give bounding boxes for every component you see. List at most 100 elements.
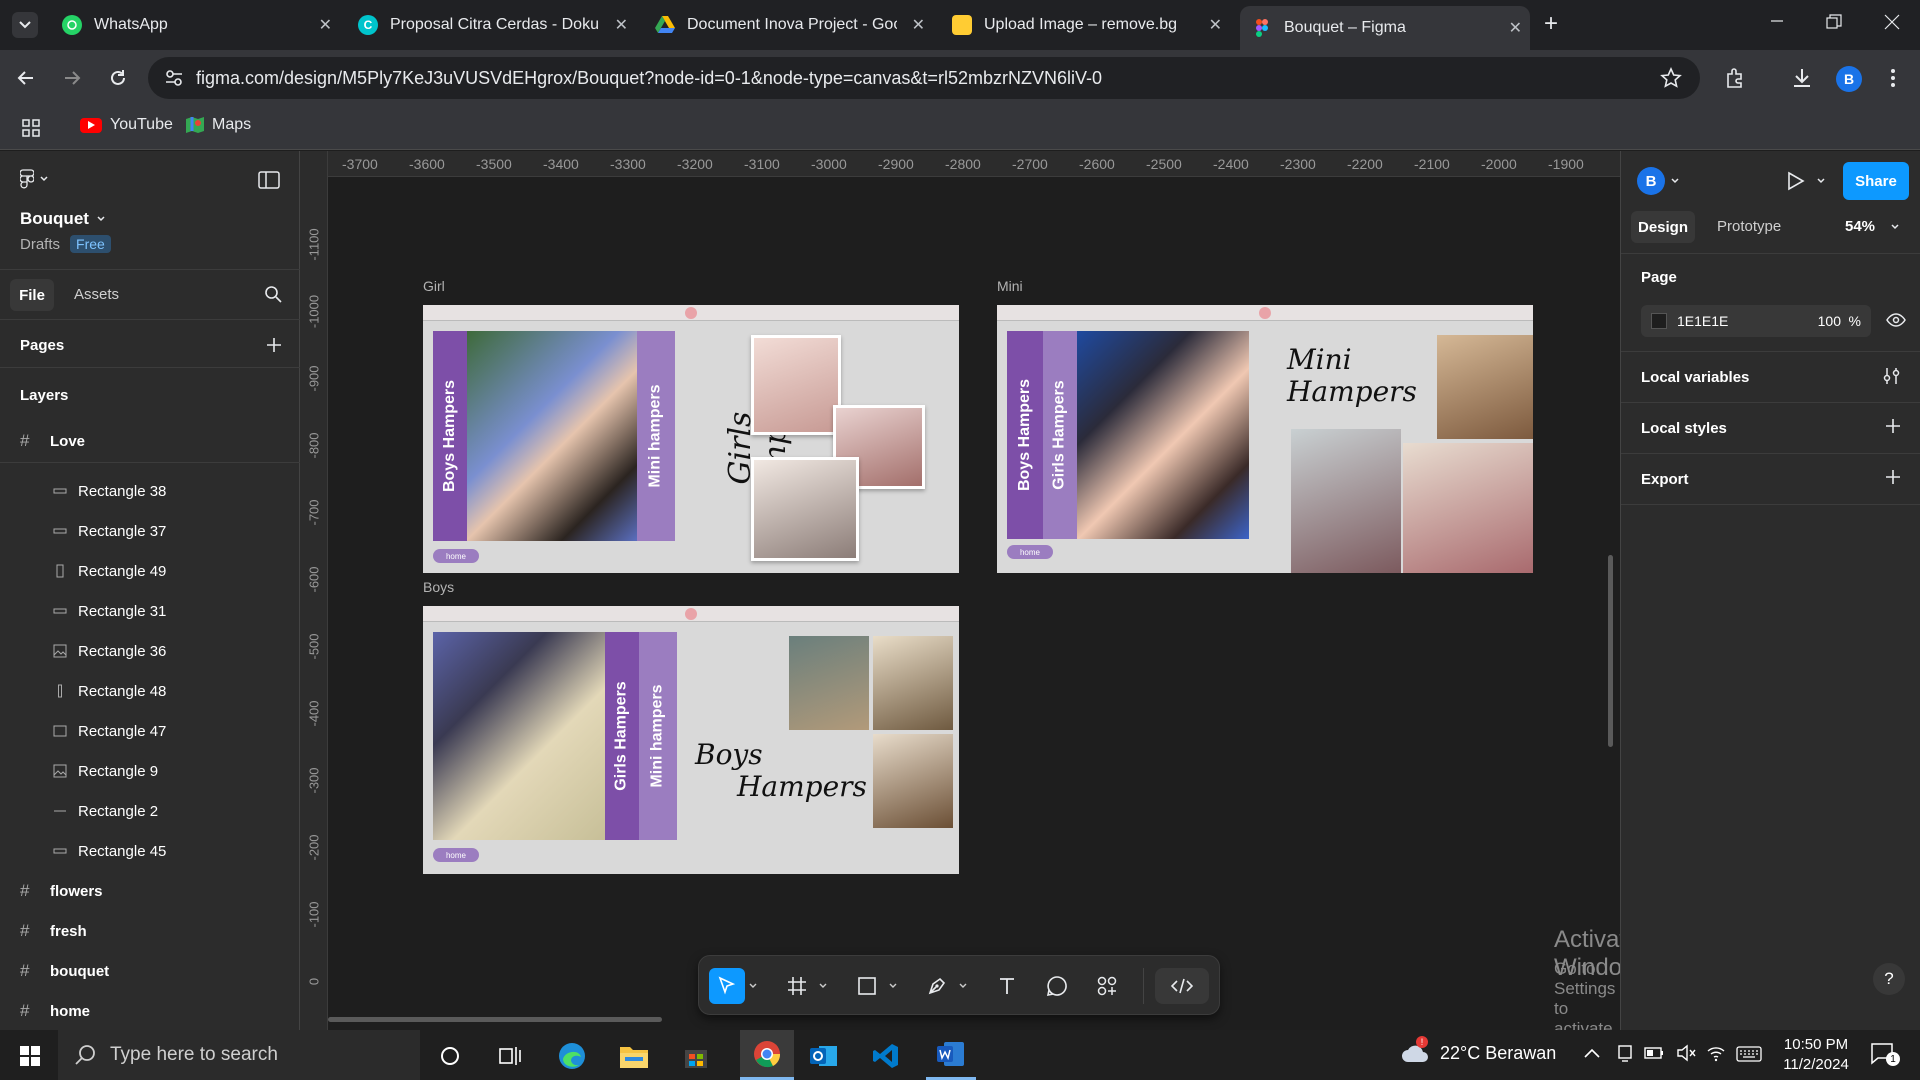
layer-item[interactable]: Rectangle 45 — [0, 831, 300, 871]
move-tool-button[interactable] — [709, 968, 745, 1004]
share-button[interactable]: Share — [1843, 162, 1909, 200]
url-bar[interactable]: figma.com/design/M5Ply7KeJ3uVUSVdEHgrox/… — [148, 57, 1700, 99]
tab-assets[interactable]: Assets — [74, 286, 119, 303]
pen-tool-button[interactable] — [919, 968, 955, 1004]
close-icon[interactable]: ✕ — [615, 15, 628, 35]
file-name[interactable]: Bouquet — [20, 209, 105, 229]
tab-removebg[interactable]: Upload Image – remove.bg ✕ — [940, 8, 1230, 42]
restore-button[interactable] — [1826, 14, 1842, 30]
clock[interactable]: 10:50 PM 11/2/2024 — [1776, 1035, 1856, 1075]
device-icon[interactable] — [1616, 1044, 1634, 1062]
frame-label-girl[interactable]: Girl — [423, 278, 445, 294]
tab-list-icon[interactable] — [12, 12, 38, 38]
tab-proposal[interactable]: C Proposal Citra Cerdas - Dokume ✕ — [346, 8, 636, 42]
eye-icon[interactable] — [1886, 313, 1906, 327]
rectangle-tool-button[interactable] — [849, 968, 885, 1004]
variables-settings-icon[interactable] — [1883, 367, 1901, 385]
chevron-down-icon[interactable] — [749, 982, 757, 990]
chrome-icon[interactable] — [740, 1030, 794, 1080]
layer-item[interactable]: Rectangle 37 — [0, 511, 300, 551]
user-avatar[interactable]: B — [1637, 167, 1679, 195]
windows-start-icon[interactable] — [12, 1038, 48, 1074]
bookmark-star-icon[interactable] — [1660, 67, 1682, 89]
task-view-icon[interactable] — [492, 1038, 528, 1074]
frame-tool-button[interactable] — [779, 968, 815, 1004]
layer-item[interactable]: Rectangle 48 — [0, 671, 300, 711]
tab-figma-bouquet[interactable]: Bouquet – Figma ✕ — [1240, 6, 1530, 50]
microsoft-store-icon[interactable] — [678, 1038, 714, 1074]
file-explorer-icon[interactable] — [616, 1038, 652, 1074]
close-icon[interactable]: ✕ — [1509, 18, 1522, 38]
frame-mini[interactable]: Boys Hampers Girls Hampers Mini Hampers … — [997, 305, 1533, 573]
components-tool-button[interactable] — [1089, 968, 1125, 1004]
layer-frame-fresh[interactable]: # fresh — [0, 911, 300, 951]
outlook-icon[interactable] — [806, 1038, 842, 1074]
new-tab-button[interactable]: + — [1544, 10, 1558, 38]
figma-canvas[interactable]: -3700 -3600 -3500 -3400 -3300 -3200 -310… — [300, 151, 1620, 1030]
layer-frame-bouquet[interactable]: # bouquet — [0, 951, 300, 991]
present-button[interactable] — [1787, 171, 1825, 191]
close-icon[interactable]: ✕ — [1209, 15, 1222, 35]
comment-tool-button[interactable] — [1039, 968, 1075, 1004]
tab-design[interactable]: Design — [1631, 211, 1695, 243]
page-color-field[interactable]: 1E1E1E 100 % — [1641, 305, 1871, 337]
layer-item[interactable]: Rectangle 36 — [0, 631, 300, 671]
layer-frame-flowers[interactable]: # flowers — [0, 871, 300, 911]
zoom-dropdown[interactable]: 54% — [1845, 218, 1899, 235]
layer-item[interactable]: Rectangle 49 — [0, 551, 300, 591]
frame-label-mini[interactable]: Mini — [997, 278, 1023, 294]
add-style-icon[interactable] — [1885, 418, 1901, 434]
toggle-sidebar-icon[interactable] — [258, 171, 280, 189]
bookmark-maps[interactable]: Maps — [186, 116, 251, 134]
layer-item[interactable]: Rectangle 2 — [0, 791, 300, 831]
page-color-hex[interactable]: 1E1E1E — [1677, 313, 1728, 329]
profile-avatar[interactable]: B — [1836, 66, 1862, 92]
bookmark-youtube[interactable]: YouTube — [80, 116, 173, 134]
close-window-button[interactable] — [1884, 14, 1900, 30]
local-variables-section[interactable]: Local variables — [1621, 352, 1920, 403]
local-styles-section[interactable]: Local styles — [1621, 403, 1920, 454]
close-icon[interactable]: ✕ — [912, 15, 925, 35]
frame-boys[interactable]: Girls Hampers Mini hampers Boys Hampers … — [423, 606, 959, 874]
volume-muted-icon[interactable] — [1676, 1044, 1696, 1062]
text-tool-button[interactable] — [989, 968, 1025, 1004]
horizontal-scrollbar[interactable] — [328, 1017, 662, 1022]
reload-button[interactable] — [108, 68, 128, 88]
layer-item[interactable]: Rectangle 47 — [0, 711, 300, 751]
cortana-icon[interactable] — [432, 1038, 468, 1074]
layer-item[interactable]: Rectangle 9 — [0, 751, 300, 791]
frame-girl[interactable]: Boys Hampers Mini hampers Girls Hampers … — [423, 305, 959, 573]
battery-icon[interactable] — [1644, 1046, 1664, 1060]
more-menu-icon[interactable] — [1890, 66, 1896, 90]
site-info-icon[interactable] — [164, 68, 184, 88]
edge-icon[interactable] — [554, 1038, 590, 1074]
notification-center-icon[interactable]: 1 — [1870, 1042, 1900, 1066]
weather-widget[interactable]: ! 22°C Berawan — [1400, 1036, 1556, 1064]
drafts-label[interactable]: Drafts — [20, 236, 60, 253]
apps-grid-icon[interactable] — [22, 119, 40, 137]
tray-chevron-up-icon[interactable] — [1584, 1048, 1600, 1058]
layer-item[interactable]: Rectangle 31 — [0, 591, 300, 631]
color-swatch[interactable] — [1651, 313, 1667, 329]
search-icon[interactable] — [264, 285, 282, 303]
keyboard-icon[interactable] — [1736, 1046, 1762, 1062]
vertical-scrollbar[interactable] — [1608, 555, 1613, 747]
tab-whatsapp[interactable]: WhatsApp ✕ — [50, 8, 340, 42]
chevron-down-icon[interactable] — [819, 982, 827, 990]
tab-prototype[interactable]: Prototype — [1717, 218, 1781, 235]
taskbar-search-input[interactable]: Type here to search — [58, 1030, 420, 1080]
layer-item[interactable]: Rectangle 38 — [0, 471, 300, 511]
add-export-icon[interactable] — [1885, 469, 1901, 485]
figma-menu-button[interactable] — [20, 169, 48, 189]
export-section[interactable]: Export — [1621, 454, 1920, 505]
vscode-icon[interactable] — [868, 1038, 904, 1074]
tab-document-inova[interactable]: Document Inova Project - Goog ✕ — [643, 8, 933, 42]
word-icon[interactable] — [926, 1030, 976, 1080]
chevron-down-icon[interactable] — [1817, 178, 1825, 184]
chevron-down-icon[interactable] — [959, 982, 967, 990]
wifi-icon[interactable] — [1706, 1044, 1726, 1062]
chevron-down-icon[interactable] — [889, 982, 897, 990]
layer-frame-home[interactable]: # home — [0, 991, 300, 1031]
forward-button[interactable] — [62, 68, 82, 88]
add-page-icon[interactable] — [266, 337, 282, 353]
